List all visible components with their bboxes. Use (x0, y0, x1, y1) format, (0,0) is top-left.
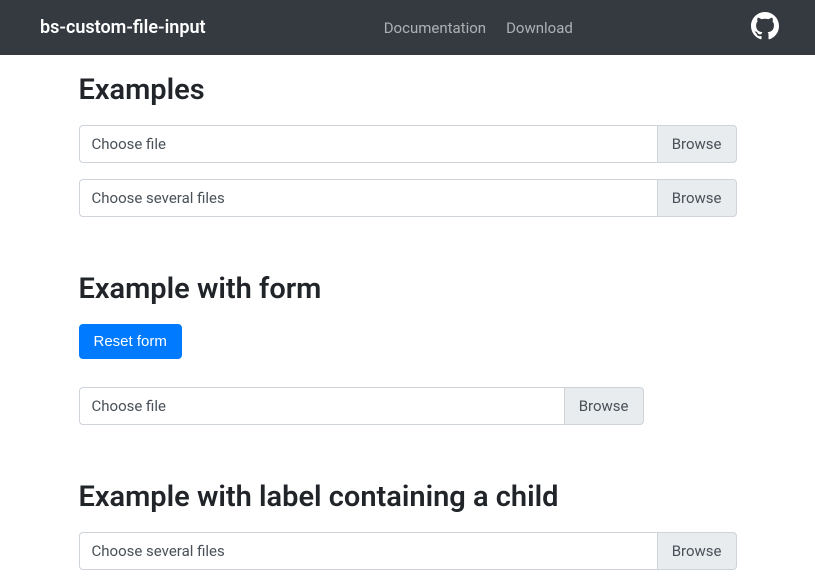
file-input-form[interactable]: Choose file Browse (79, 387, 644, 425)
browse-button[interactable]: Browse (657, 125, 737, 163)
file-input-label[interactable]: Choose file (79, 387, 564, 425)
brand-title[interactable]: bs-custom-file-input (16, 17, 206, 38)
browse-button[interactable]: Browse (564, 387, 644, 425)
github-icon[interactable] (751, 12, 779, 44)
nav-right (751, 12, 799, 44)
label-child-heading: Example with label containing a child (79, 480, 737, 514)
examples-heading: Examples (79, 73, 737, 107)
file-input-single[interactable]: Choose file Browse (79, 125, 737, 163)
file-input-label-child[interactable]: Choose several files Browse (79, 532, 737, 570)
form-heading: Example with form (79, 272, 737, 306)
nav-center: Documentation Download (384, 19, 573, 37)
reset-form-button[interactable]: Reset form (79, 324, 182, 359)
nav-link-download[interactable]: Download (506, 19, 573, 37)
file-input-label[interactable]: Choose file (79, 125, 657, 163)
nav-link-documentation[interactable]: Documentation (384, 19, 486, 37)
file-input-label[interactable]: Choose several files (79, 179, 657, 217)
browse-button[interactable]: Browse (657, 179, 737, 217)
main-container: Examples Choose file Browse Choose sever… (63, 73, 753, 570)
file-input-label[interactable]: Choose several files (79, 532, 657, 570)
navbar: bs-custom-file-input Documentation Downl… (0, 0, 815, 55)
browse-button[interactable]: Browse (657, 532, 737, 570)
file-input-multiple[interactable]: Choose several files Browse (79, 179, 737, 217)
nav-left: bs-custom-file-input (16, 17, 206, 38)
